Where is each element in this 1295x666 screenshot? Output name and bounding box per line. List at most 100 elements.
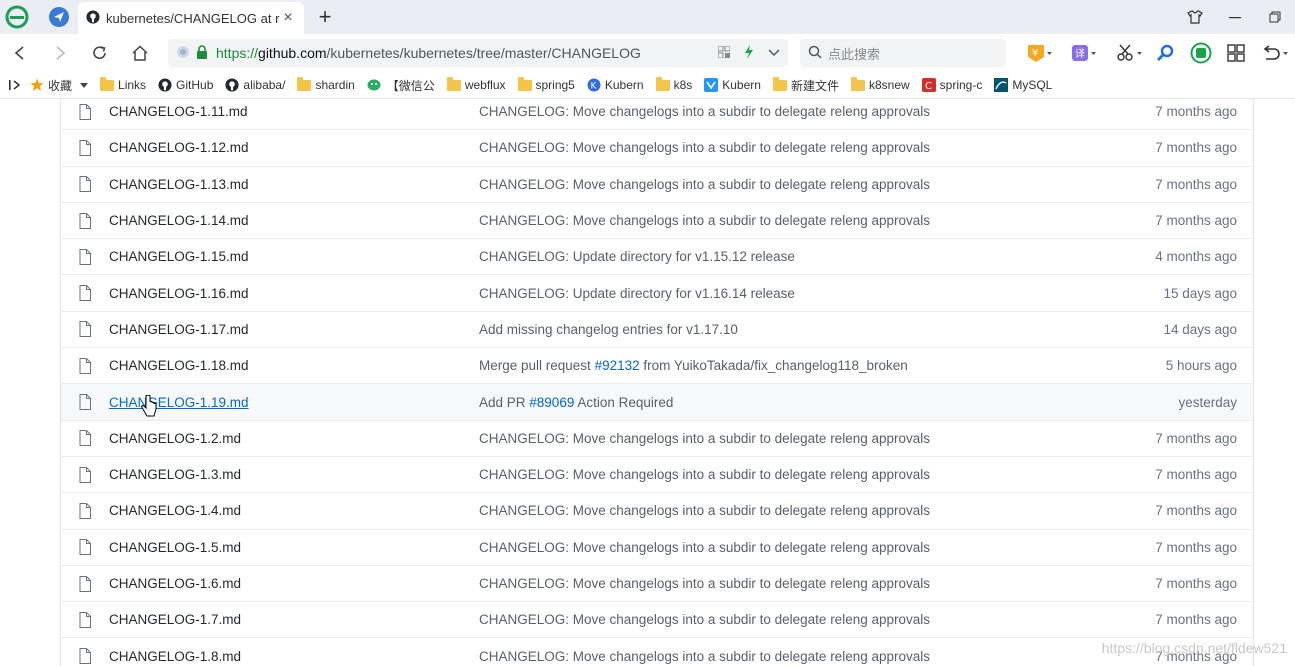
search-box[interactable]: 点此搜索 [800,39,1006,67]
commit-message-link[interactable]: CHANGELOG: Move changelogs into a subdir… [479,576,1093,591]
wechat-extension-icon[interactable] [1190,40,1212,66]
commit-message-link[interactable]: CHANGELOG: Move changelogs into a subdir… [479,612,1093,627]
file-name-link[interactable]: CHANGELOG-1.18.md [109,358,479,373]
file-row[interactable]: CHANGELOG-1.7.md CHANGELOG: Move changelo… [61,601,1253,637]
bookmark-item[interactable]: spring5 [517,72,575,99]
apps-grid-icon[interactable] [1226,40,1246,66]
commit-message-link[interactable]: Merge pull request #92132 from YuikoTaka… [479,358,1093,373]
commit-message-link[interactable]: Add PR #89069 Action Required [479,395,1093,410]
sidebar-toggle-icon[interactable] [0,79,30,91]
caret-down-icon[interactable] [80,78,89,92]
bookmark-item[interactable]: Kubern [704,72,761,99]
bookmark-item[interactable]: 收藏 [30,72,89,99]
file-name-link[interactable]: CHANGELOG-1.16.md [109,286,479,301]
commit-message-link[interactable]: CHANGELOG: Update directory for v1.16.14… [479,286,1093,301]
chevron-down-icon[interactable] [768,46,780,60]
commit-message-link[interactable]: CHANGELOG: Move changelogs into a subdir… [479,431,1093,446]
file-row[interactable]: CHANGELOG-1.13.md CHANGELOG: Move changel… [61,165,1253,202]
file-name-link[interactable]: CHANGELOG-1.17.md [109,322,479,337]
file-row[interactable]: CHANGELOG-1.8.md CHANGELOG: Move changelo… [61,637,1253,666]
bookmark-item[interactable]: k8s [655,72,692,99]
commit-message-link[interactable]: CHANGELOG: Move changelogs into a subdir… [479,140,1093,155]
file-row[interactable]: CHANGELOG-1.14.md CHANGELOG: Move changel… [61,201,1253,238]
file-name-link[interactable]: CHANGELOG-1.19.md [109,395,479,410]
bookmark-item[interactable]: 新建文件 [772,72,839,99]
commit-message-link[interactable]: CHANGELOG: Move changelogs into a subdir… [479,467,1093,482]
file-row[interactable]: CHANGELOG-1.15.md CHANGELOG: Update direc… [61,238,1253,274]
commit-message-link[interactable]: CHANGELOG: Update directory for v1.15.12… [479,249,1093,264]
file-name-link[interactable]: CHANGELOG-1.8.md [109,649,479,664]
commit-message-link[interactable]: CHANGELOG: Move changelogs into a subdir… [479,213,1093,228]
bookmark-item[interactable]: Cspring-c [921,72,982,99]
close-tab-icon[interactable]: × [280,9,296,27]
commit-age: 7 months ago [1155,140,1237,156]
file-row[interactable]: CHANGELOG-1.4.md CHANGELOG: Move changelo… [61,492,1253,528]
bookmark-item[interactable]: K Kubern [587,72,644,99]
navigation-icon[interactable] [42,0,76,34]
undo-icon[interactable] [1260,40,1290,66]
file-row[interactable]: CHANGELOG-1.19.md Add PR #89069 Action Re… [61,383,1253,420]
bookmark-item[interactable]: webflux [446,72,506,99]
file-name-link[interactable]: CHANGELOG-1.11.md [109,104,479,119]
file-row[interactable]: CHANGELOG-1.6.md CHANGELOG: Move changelo… [61,564,1253,601]
file-name-link[interactable]: CHANGELOG-1.4.md [109,503,479,518]
bookmark-item[interactable]: alibaba/ [225,72,285,99]
restore-icon[interactable] [1255,0,1295,34]
file-row[interactable]: CHANGELOG-1.18.md Merge pull request #921… [61,347,1253,383]
commit-message-link[interactable]: CHANGELOG: Move changelogs into a subdir… [479,503,1093,518]
commit-age: 7 months ago [1155,213,1237,229]
bookmark-item[interactable]: Links [100,72,146,99]
file-list: CHANGELOG-1.11.md CHANGELOG: Move changel… [60,99,1254,666]
screenshot-scissors-icon[interactable] [1115,40,1143,66]
active-tab[interactable]: kubernetes/CHANGELOG at r × [78,2,304,34]
refresh-icon[interactable] [80,34,120,72]
back-icon[interactable] [0,34,40,72]
commit-message-link[interactable]: CHANGELOG: Move changelogs into a subdir… [479,540,1093,555]
bookmark-label: Kubern [722,78,761,92]
file-name-link[interactable]: CHANGELOG-1.7.md [109,612,479,627]
commit-message-link[interactable]: CHANGELOG: Move changelogs into a subdir… [479,649,1093,664]
file-name-link[interactable]: CHANGELOG-1.3.md [109,467,479,482]
file-name-link[interactable]: CHANGELOG-1.13.md [109,177,479,192]
bookmark-label: k8snew [868,78,910,92]
file-name-link[interactable]: CHANGELOG-1.15.md [109,249,479,264]
commit-message-link[interactable]: CHANGELOG: Move changelogs into a subdir… [479,177,1093,192]
minimize-icon[interactable] [1215,0,1255,34]
commit-message-link[interactable]: Add missing changelog entries for v1.17.… [479,322,1093,337]
file-row[interactable]: CHANGELOG-1.12.md CHANGELOG: Move changel… [61,129,1253,165]
file-name-link[interactable]: CHANGELOG-1.2.md [109,431,479,446]
commit-message-link[interactable]: CHANGELOG: Move changelogs into a subdir… [479,104,1093,119]
file-row[interactable]: CHANGELOG-1.3.md CHANGELOG: Move changelo… [61,455,1253,492]
lightning-icon[interactable] [744,44,754,62]
file-name-link[interactable]: CHANGELOG-1.14.md [109,213,479,228]
file-name-link[interactable]: CHANGELOG-1.6.md [109,576,479,591]
file-name-link[interactable]: CHANGELOG-1.5.md [109,540,479,555]
pull-request-link[interactable]: #92132 [595,358,640,373]
bookmark-item[interactable]: GitHub [158,72,213,99]
bookmark-item[interactable]: 【微信公 [367,72,435,99]
file-icon [61,212,109,229]
new-tab-button[interactable]: + [312,4,338,30]
file-row[interactable]: CHANGELOG-1.2.md CHANGELOG: Move changelo… [61,419,1253,456]
file-row[interactable]: CHANGELOG-1.17.md Add missing changelog e… [61,310,1253,347]
translate-extension-icon[interactable]: 译 [1070,40,1096,66]
pull-request-link[interactable]: #89069 [529,395,574,410]
bookmark-item[interactable]: shardin [297,72,355,99]
bookmark-item[interactable]: k8snew [850,72,910,99]
file-row[interactable]: CHANGELOG-1.16.md CHANGELOG: Update direc… [61,274,1253,310]
qr-code-icon[interactable] [717,45,731,61]
file-name-link[interactable]: CHANGELOG-1.12.md [109,140,479,155]
file-row[interactable]: CHANGELOG-1.5.md CHANGELOG: Move changelo… [61,528,1253,565]
site-info-icon[interactable] [176,45,190,62]
bookmark-item[interactable]: MySQL [994,72,1052,99]
file-row[interactable]: CHANGELOG-1.11.md CHANGELOG: Move changel… [61,99,1253,129]
address-bar[interactable]: https://github.com/kubernetes/kubernetes… [168,39,788,67]
browser-logo-icon[interactable] [0,0,34,34]
commit-age: 7 months ago [1155,576,1237,591]
find-icon[interactable] [1156,40,1176,66]
skin-icon[interactable] [1175,0,1215,34]
commit-age: 7 months ago [1155,539,1237,555]
forward-icon[interactable] [40,34,80,72]
wallet-extension-icon[interactable]: ¥ [1026,40,1052,66]
home-icon[interactable] [120,34,160,72]
